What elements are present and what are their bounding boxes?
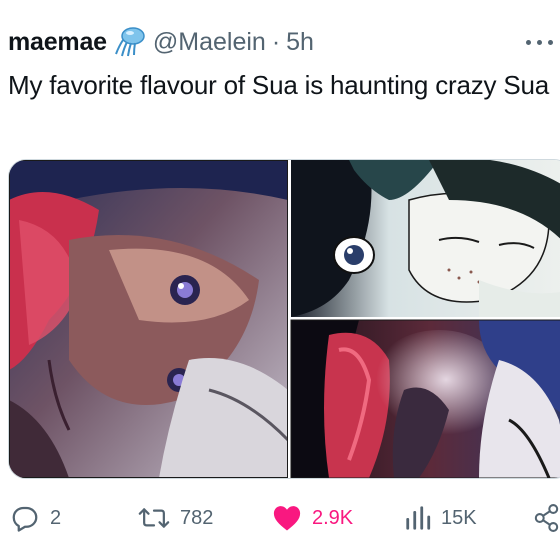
tweet-card: maemae @Maelein · 5h My favorite flavour… [0, 0, 560, 560]
more-options-icon[interactable] [526, 28, 560, 56]
reply-icon [10, 503, 40, 533]
reply-count: 2 [50, 506, 62, 529]
heart-icon [272, 504, 302, 532]
manga-image-top-right[interactable] [291, 160, 560, 317]
repost-count: 782 [180, 506, 214, 529]
tweet-header: maemae @Maelein · 5h [8, 22, 560, 62]
repost-icon [138, 503, 170, 533]
timestamp[interactable]: 5h [286, 28, 314, 57]
repost-button[interactable]: 782 [138, 498, 213, 538]
views-icon [405, 504, 431, 532]
views-count: 15K [441, 506, 477, 529]
like-count: 2.9K [312, 506, 354, 529]
reply-button[interactable]: 2 [10, 498, 61, 538]
manga-image-bottom-right[interactable] [290, 319, 560, 478]
media-grid [8, 159, 560, 479]
tweet-text: My favorite flavour of Sua is haunting c… [8, 70, 550, 100]
jellyfish-emoji-icon [113, 26, 147, 58]
manga-image-left[interactable] [9, 160, 290, 478]
action-bar: 2 782 2.9K 15K [0, 498, 560, 538]
display-name[interactable]: maemae [8, 28, 107, 57]
separator-dot: · [271, 27, 281, 56]
user-handle[interactable]: @Maelein [153, 28, 266, 57]
views-button[interactable]: 15K [405, 498, 477, 538]
share-button[interactable] [533, 498, 560, 538]
like-button[interactable]: 2.9K [272, 498, 353, 538]
share-icon [533, 503, 560, 533]
